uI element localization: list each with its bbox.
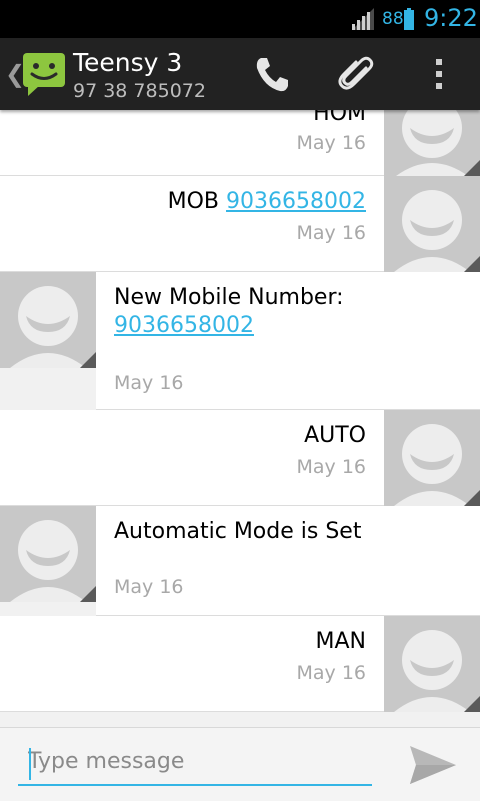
contact-avatar-icon: [384, 410, 480, 506]
message-date: May 16: [114, 576, 184, 598]
phone-icon: [256, 58, 288, 92]
avatar[interactable]: [384, 410, 480, 506]
contact-avatar-icon: [0, 506, 96, 602]
message-text: AUTO: [304, 423, 366, 448]
overflow-menu-icon: [436, 59, 442, 89]
call-button[interactable]: [238, 38, 302, 110]
message-text: MOB 9036658002: [167, 189, 366, 214]
battery-percent: 88: [382, 9, 404, 29]
contact-avatar-icon: [384, 110, 480, 176]
message-item[interactable]: Automatic Mode is Set May 16: [0, 506, 480, 616]
message-date: May 16: [296, 456, 367, 478]
message-item[interactable]: AUTO May 16: [0, 410, 480, 506]
send-icon: [410, 746, 456, 784]
action-bar: ❮ Teensy 3 97 38 785072: [0, 38, 480, 110]
message-text: New Mobile Number: 9036658002: [114, 285, 344, 338]
message-input[interactable]: [18, 738, 372, 786]
clock: 9:22: [424, 4, 478, 32]
avatar-gutter: [0, 602, 96, 616]
avatar[interactable]: [384, 110, 480, 176]
send-button[interactable]: [398, 740, 462, 790]
contact-avatar-icon: [0, 272, 96, 368]
message-text: MAN: [315, 629, 367, 654]
contact-avatar-icon: [384, 176, 480, 272]
phone-number-link[interactable]: 9036658002: [226, 189, 366, 214]
message-date: May 16: [296, 132, 367, 154]
message-item[interactable]: New Mobile Number: 9036658002 May 16: [0, 272, 480, 410]
message-item[interactable]: MOB 9036658002 May 16: [0, 176, 480, 272]
message-text: Automatic Mode is Set: [114, 519, 362, 544]
avatar[interactable]: [384, 176, 480, 272]
message-list[interactable]: HOM May 16 MOB 9036658002 May 16 New Mob…: [0, 110, 480, 725]
phone-number-link[interactable]: 9036658002: [114, 313, 254, 338]
avatar-gutter: [0, 368, 96, 410]
up-navigation[interactable]: ❮ Teensy 3 97 38 785072: [0, 38, 230, 110]
message-date: May 16: [296, 662, 367, 684]
attach-button[interactable]: [322, 38, 386, 110]
avatar[interactable]: [384, 616, 480, 712]
avatar[interactable]: [0, 272, 96, 368]
avatar[interactable]: [0, 506, 96, 602]
contact-name: Teensy 3: [73, 48, 183, 77]
contact-avatar-icon: [384, 616, 480, 712]
messaging-app-icon: [23, 53, 65, 96]
composer: [0, 727, 480, 801]
message-item[interactable]: MAN May 16: [0, 616, 480, 712]
message-date: May 16: [114, 372, 184, 394]
overflow-menu-button[interactable]: [405, 38, 469, 110]
message-text: HOM: [313, 110, 366, 126]
battery-icon: [404, 8, 414, 30]
status-bar: 88 9:22: [0, 0, 480, 38]
contact-number: 97 38 785072: [73, 80, 206, 102]
text-cursor: [29, 748, 31, 780]
message-date: May 16: [296, 222, 367, 244]
paperclip-icon: [338, 56, 374, 90]
signal-strength-icon: [352, 8, 374, 30]
message-item[interactable]: HOM May 16: [0, 110, 480, 176]
